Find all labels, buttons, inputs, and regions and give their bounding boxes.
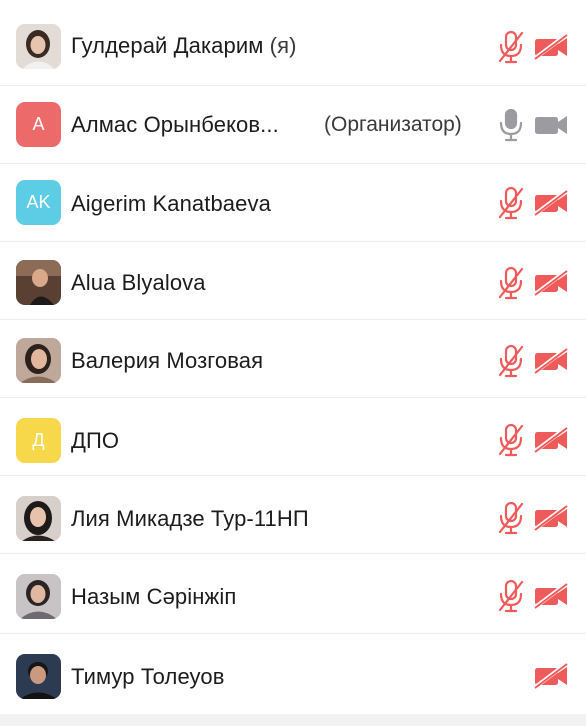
camera-off-icon[interactable] bbox=[533, 270, 569, 296]
participant-row[interactable]: Гулдерай Дакарим (я) bbox=[0, 8, 586, 86]
avatar: А bbox=[16, 102, 61, 147]
participant-name: ДПО bbox=[71, 428, 120, 453]
mic-icon[interactable] bbox=[497, 108, 525, 142]
participant-row[interactable]: Назым Сәрінжіп bbox=[0, 556, 586, 634]
participant-row[interactable]: Валерия Мозговая bbox=[0, 320, 586, 398]
avatar: AK bbox=[16, 180, 61, 225]
mic-muted-icon[interactable] bbox=[497, 423, 525, 457]
camera-off-icon[interactable] bbox=[533, 348, 569, 374]
participant-name: Алмас Орынбеков... bbox=[71, 112, 279, 137]
camera-off-icon[interactable] bbox=[533, 663, 569, 689]
camera-icon[interactable] bbox=[533, 112, 569, 138]
participant-row[interactable]: Alua Blyalova bbox=[0, 242, 586, 320]
participant-name: Валерия Мозговая bbox=[71, 348, 264, 373]
avatar bbox=[16, 338, 61, 383]
mic-muted-icon[interactable] bbox=[497, 579, 525, 613]
participant-row[interactable]: А Алмас Орынбеков... (Организатор) bbox=[0, 86, 586, 164]
bottom-bar bbox=[0, 714, 586, 726]
avatar bbox=[16, 260, 61, 305]
avatar bbox=[16, 654, 61, 699]
participant-row[interactable]: Лия Микадзе Тур-11НП bbox=[0, 476, 586, 554]
avatar-initials: Д bbox=[32, 430, 45, 450]
role-label: (Организатор) bbox=[324, 113, 462, 136]
mic-muted-icon[interactable] bbox=[497, 186, 525, 220]
avatar bbox=[16, 24, 61, 69]
camera-off-icon[interactable] bbox=[533, 505, 569, 531]
avatar-initials: AK bbox=[26, 192, 51, 212]
avatar bbox=[16, 496, 61, 541]
participant-name: Aigerim Kanatbaeva bbox=[71, 191, 271, 216]
mic-muted-icon[interactable] bbox=[497, 30, 525, 64]
mic-muted-icon[interactable] bbox=[497, 344, 525, 378]
camera-off-icon[interactable] bbox=[533, 34, 569, 60]
camera-off-icon[interactable] bbox=[533, 190, 569, 216]
participants-list: Гулдерай Дакарим (я) А Алмас Орынбеков..… bbox=[0, 0, 586, 726]
camera-off-icon[interactable] bbox=[533, 427, 569, 453]
mic-muted-icon[interactable] bbox=[497, 266, 525, 300]
participant-row[interactable]: Тимур Толеуов bbox=[0, 634, 586, 712]
mic-muted-icon[interactable] bbox=[497, 501, 525, 535]
participant-name: Гулдерай Дакарим (я) bbox=[71, 33, 297, 58]
participant-name: Alua Blyalova bbox=[71, 270, 206, 295]
participant-name: Тимур Толеуов bbox=[71, 664, 225, 689]
participant-row[interactable]: AK Aigerim Kanatbaeva bbox=[0, 164, 586, 242]
participant-row[interactable]: Д ДПО bbox=[0, 398, 586, 476]
avatar-initials: А bbox=[32, 114, 45, 134]
avatar bbox=[16, 574, 61, 619]
participant-name: Лия Микадзе Тур-11НП bbox=[71, 506, 309, 531]
camera-off-icon[interactable] bbox=[533, 583, 569, 609]
participant-name: Назым Сәрінжіп bbox=[71, 584, 237, 609]
avatar: Д bbox=[16, 418, 61, 463]
